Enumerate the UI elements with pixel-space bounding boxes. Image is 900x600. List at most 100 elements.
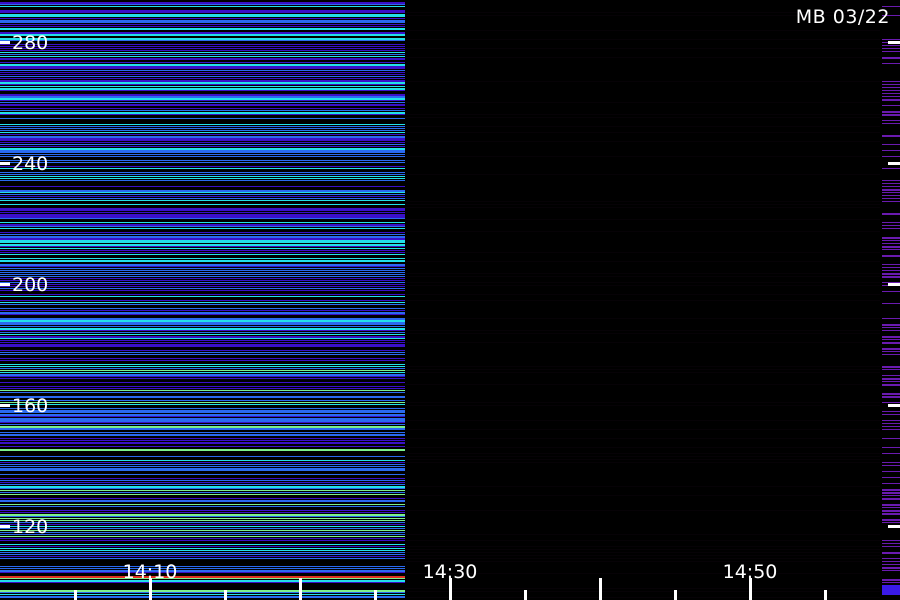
signal-line — [0, 464, 405, 465]
signal-line — [0, 366, 405, 367]
signal-line — [0, 186, 405, 187]
signal-line — [0, 392, 405, 393]
signal-line — [0, 276, 405, 277]
signal-line — [0, 352, 405, 353]
signal-line — [0, 86, 405, 87]
signal-line — [0, 386, 405, 387]
signal-line — [0, 28, 405, 30]
strip-line — [882, 438, 900, 439]
strip-line — [882, 339, 900, 340]
noise-line — [405, 201, 880, 202]
strip-line — [882, 582, 900, 583]
noise-line — [405, 276, 880, 277]
signal-line — [0, 280, 405, 281]
signal-line — [0, 506, 405, 507]
noise-line — [405, 462, 880, 463]
signal-line — [0, 200, 405, 201]
signal-line — [0, 196, 405, 197]
x-tick-major — [599, 578, 602, 600]
noise-line — [405, 141, 880, 142]
noise-line — [405, 453, 880, 454]
signal-line — [0, 282, 405, 283]
strip-line — [882, 96, 900, 97]
signal-line — [0, 66, 405, 68]
signal-line — [0, 486, 405, 488]
strip-line — [882, 228, 900, 229]
signal-line — [0, 104, 405, 106]
signal-line — [0, 474, 405, 475]
strip-line — [882, 195, 900, 196]
x-tick-minor — [374, 590, 377, 600]
signal-line — [0, 172, 405, 173]
y-tick-label: 200 — [12, 274, 48, 296]
noise-line — [405, 219, 880, 220]
signal-line — [0, 390, 405, 391]
signal-line — [0, 130, 405, 131]
strip-line — [882, 513, 900, 515]
signal-line — [0, 154, 405, 155]
signal-line — [0, 490, 405, 491]
signal-line — [0, 470, 405, 471]
strip-line — [882, 180, 900, 181]
signal-line — [0, 288, 405, 289]
noise-line — [405, 540, 880, 541]
strip-line — [882, 540, 900, 541]
strip-line — [882, 99, 900, 101]
signal-line — [0, 192, 405, 193]
strip-line — [882, 201, 900, 202]
strip-line — [882, 366, 900, 368]
strip-line — [882, 336, 900, 338]
signal-line — [0, 102, 405, 103]
signal-line — [0, 416, 405, 417]
signal-line — [0, 38, 405, 40]
strip-line — [882, 426, 900, 427]
y-tick-right — [888, 283, 900, 286]
signal-line — [0, 556, 405, 557]
signal-line — [0, 124, 405, 125]
signal-line — [0, 500, 405, 502]
noise-line — [405, 117, 880, 118]
strip-line — [882, 411, 900, 412]
signal-line — [0, 224, 405, 226]
signal-line — [0, 434, 405, 436]
strip-line — [882, 393, 900, 395]
signal-line — [0, 238, 405, 240]
signal-line — [0, 244, 405, 246]
noise-line — [405, 114, 880, 115]
signal-line — [0, 142, 405, 143]
signal-line — [0, 214, 405, 216]
y-tick-label: 160 — [12, 395, 48, 417]
strip-line — [882, 318, 900, 319]
signal-line — [0, 314, 405, 315]
strip-line — [882, 483, 900, 484]
noise-line — [405, 318, 880, 319]
y-tick-left — [0, 525, 10, 528]
y-tick-right — [888, 525, 900, 528]
signal-line — [0, 150, 405, 152]
noise-line — [405, 81, 880, 82]
signal-line — [0, 528, 405, 529]
signal-line — [0, 336, 405, 338]
signal-line — [0, 82, 405, 84]
signal-line — [0, 396, 405, 398]
signal-line — [0, 50, 405, 51]
signal-line — [0, 118, 405, 119]
signal-line — [0, 234, 405, 235]
signal-line — [0, 252, 405, 253]
signal-line — [0, 246, 405, 247]
noise-line — [405, 558, 880, 559]
signal-line — [0, 90, 405, 91]
strip-line — [882, 264, 900, 265]
noise-line — [405, 282, 880, 283]
strip-line — [882, 87, 900, 88]
signal-line — [0, 354, 405, 355]
noise-line — [405, 429, 880, 430]
signal-line — [0, 368, 405, 369]
noise-line — [405, 459, 880, 460]
strip-line — [882, 579, 900, 581]
signal-line — [0, 20, 405, 22]
noise-line — [405, 402, 880, 403]
strip-line — [882, 558, 900, 559]
signal-line — [0, 590, 405, 592]
signal-line — [0, 400, 405, 401]
